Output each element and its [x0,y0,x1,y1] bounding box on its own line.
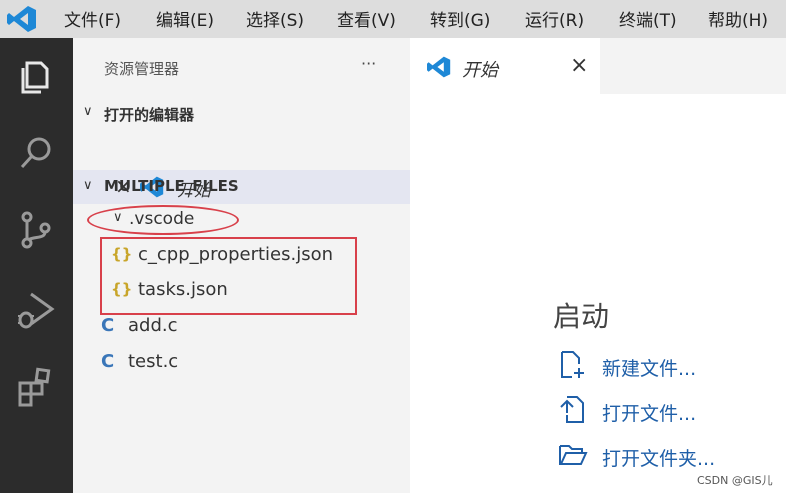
new-file-link[interactable]: 新建文件... [602,354,696,381]
open-file-icon [560,396,584,423]
vscode-logo-icon [7,6,36,32]
open-folder-link[interactable]: 打开文件夹... [602,444,715,471]
tab-close-button[interactable]: × [570,53,588,78]
menu-view[interactable]: 查看(V) [337,6,396,31]
open-folder-icon [559,445,588,465]
c-file-icon: C [101,315,115,336]
file-item[interactable]: C test.c [93,348,393,378]
folder-vscode[interactable]: .vscode [129,209,194,229]
file-name: c_cpp_properties.json [138,244,334,265]
explorer-icon[interactable] [14,55,58,99]
file-item[interactable]: C add.c [93,312,393,342]
tab-start[interactable]: 开始 × [410,38,600,94]
file-item[interactable]: {} c_cpp_properties.json [103,241,351,271]
chevron-down-icon: ∨ [83,178,93,193]
file-name: add.c [128,315,178,336]
menu-bar: 文件(F) 编辑(E) 选择(S) 查看(V) 转到(G) 运行(R) 终端(T… [0,0,786,38]
run-debug-icon[interactable] [14,288,58,332]
menu-help[interactable]: 帮助(H) [708,6,768,31]
search-icon[interactable] [14,131,58,175]
start-heading: 启动 [553,300,610,333]
menu-go[interactable]: 转到(G) [430,6,490,31]
json-file-icon: {} [111,245,133,263]
vscode-logo-icon [427,56,451,78]
file-name: test.c [128,351,179,372]
file-item[interactable]: {} tasks.json [103,276,351,306]
menu-file[interactable]: 文件(F) [64,6,121,31]
chevron-down-icon: ∨ [83,104,93,119]
more-actions-button[interactable]: ··· [361,54,376,73]
menu-edit[interactable]: 编辑(E) [156,6,214,31]
menu-run[interactable]: 运行(R) [525,6,584,31]
folder-header[interactable]: MULTIPLE_FILES [104,177,239,195]
file-name: tasks.json [138,279,228,300]
open-file-action[interactable]: 打开文件... [558,393,758,427]
menu-selection[interactable]: 选择(S) [246,6,304,31]
sidebar-title: 资源管理器 [104,60,180,78]
source-control-icon[interactable] [14,208,58,252]
watermark-text: CSDN @GIS儿 [697,474,773,487]
json-file-icon: {} [111,280,133,298]
menu-terminal[interactable]: 终端(T) [619,6,677,31]
open-file-link[interactable]: 打开文件... [602,399,696,426]
c-file-icon: C [101,351,115,372]
explorer-sidebar: 资源管理器 ··· ∨ 打开的编辑器 × 开始 ∨ MULTIPLE_FILES… [73,38,410,493]
welcome-page: 启动 新建文件... 打开文件... 打开文件夹... [410,94,786,493]
new-file-action[interactable]: 新建文件... [558,348,758,382]
tab-label: 开始 [462,60,498,81]
chevron-down-icon: ∨ [113,210,123,225]
extensions-icon[interactable] [14,365,58,409]
open-folder-action[interactable]: 打开文件夹... [558,438,758,472]
open-editors-header[interactable]: 打开的编辑器 [104,104,194,125]
activity-bar [0,38,73,493]
new-file-icon [561,351,584,378]
